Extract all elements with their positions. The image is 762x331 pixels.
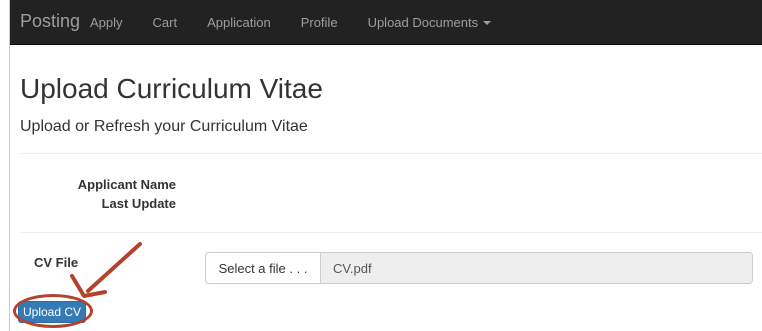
section-divider-top <box>20 153 762 154</box>
arrow-annotation-icon <box>70 242 142 298</box>
section-divider-bottom <box>20 232 762 233</box>
nav-item-profile[interactable]: Profile <box>301 15 338 30</box>
nav-item-upload-documents[interactable]: Upload Documents <box>368 15 492 30</box>
applicant-name-label: Applicant Name <box>77 177 176 192</box>
nav-item-upload-documents-label: Upload Documents <box>367 14 479 30</box>
select-file-button[interactable]: Select a file . . . <box>206 253 321 283</box>
nav-item-application[interactable]: Application <box>207 15 271 30</box>
page-subtitle: Upload or Refresh your Curriculum Vitae <box>20 118 308 135</box>
upload-cv-button[interactable]: Upload CV <box>18 301 86 323</box>
page-frame: Posting Apply Cart Application Profile U… <box>10 0 762 331</box>
last-update-label: Last Update <box>101 196 176 211</box>
navbar-links: Apply Cart Application Profile Upload Do… <box>90 0 521 44</box>
caret-down-icon <box>483 21 492 26</box>
nav-item-cart[interactable]: Cart <box>153 15 178 30</box>
cv-file-label: CV File <box>34 255 79 270</box>
page-title: Upload Curriculum Vitae <box>20 73 323 104</box>
top-navbar: Posting Apply Cart Application Profile U… <box>10 0 762 45</box>
cv-file-input-group: Select a file . . . <box>205 252 753 284</box>
navbar-brand[interactable]: Posting <box>20 11 80 32</box>
nav-item-apply[interactable]: Apply <box>90 15 123 30</box>
cv-file-name-field[interactable] <box>321 253 752 283</box>
